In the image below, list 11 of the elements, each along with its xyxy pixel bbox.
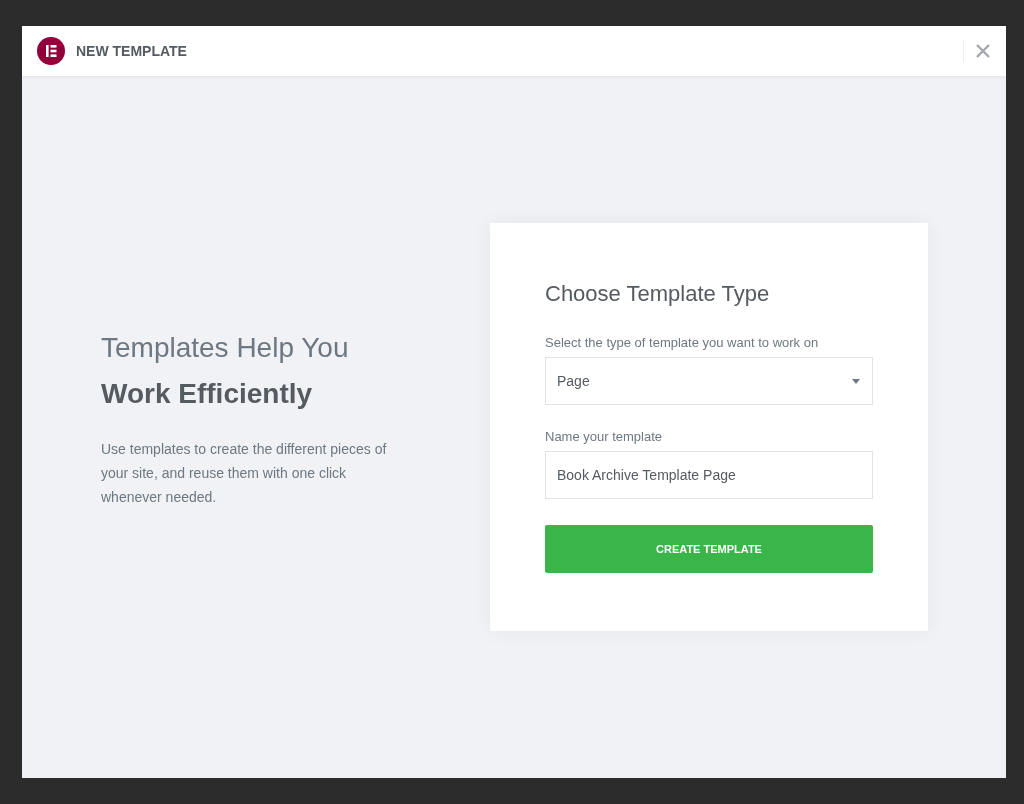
template-type-dropdown[interactable]: Page — [545, 357, 873, 405]
window-title: NEW TEMPLATE — [76, 43, 187, 59]
logo-icon — [37, 37, 65, 65]
template-name-field[interactable]: Book Archive Template Page — [545, 451, 873, 499]
intro-text: Use templates to create the different pieces of your site, and reuse them with one click whenever needed. — [101, 440, 388, 507]
form-title: Choose Template Type — [545, 281, 771, 307]
field-label: Select the type of template you want to work on — [545, 335, 820, 350]
close-icon — [976, 44, 990, 58]
intro-heading: Templates Help You Work Efficiently — [101, 331, 350, 411]
field-label: Name your template — [545, 429, 664, 444]
caret-icon — [852, 378, 860, 384]
